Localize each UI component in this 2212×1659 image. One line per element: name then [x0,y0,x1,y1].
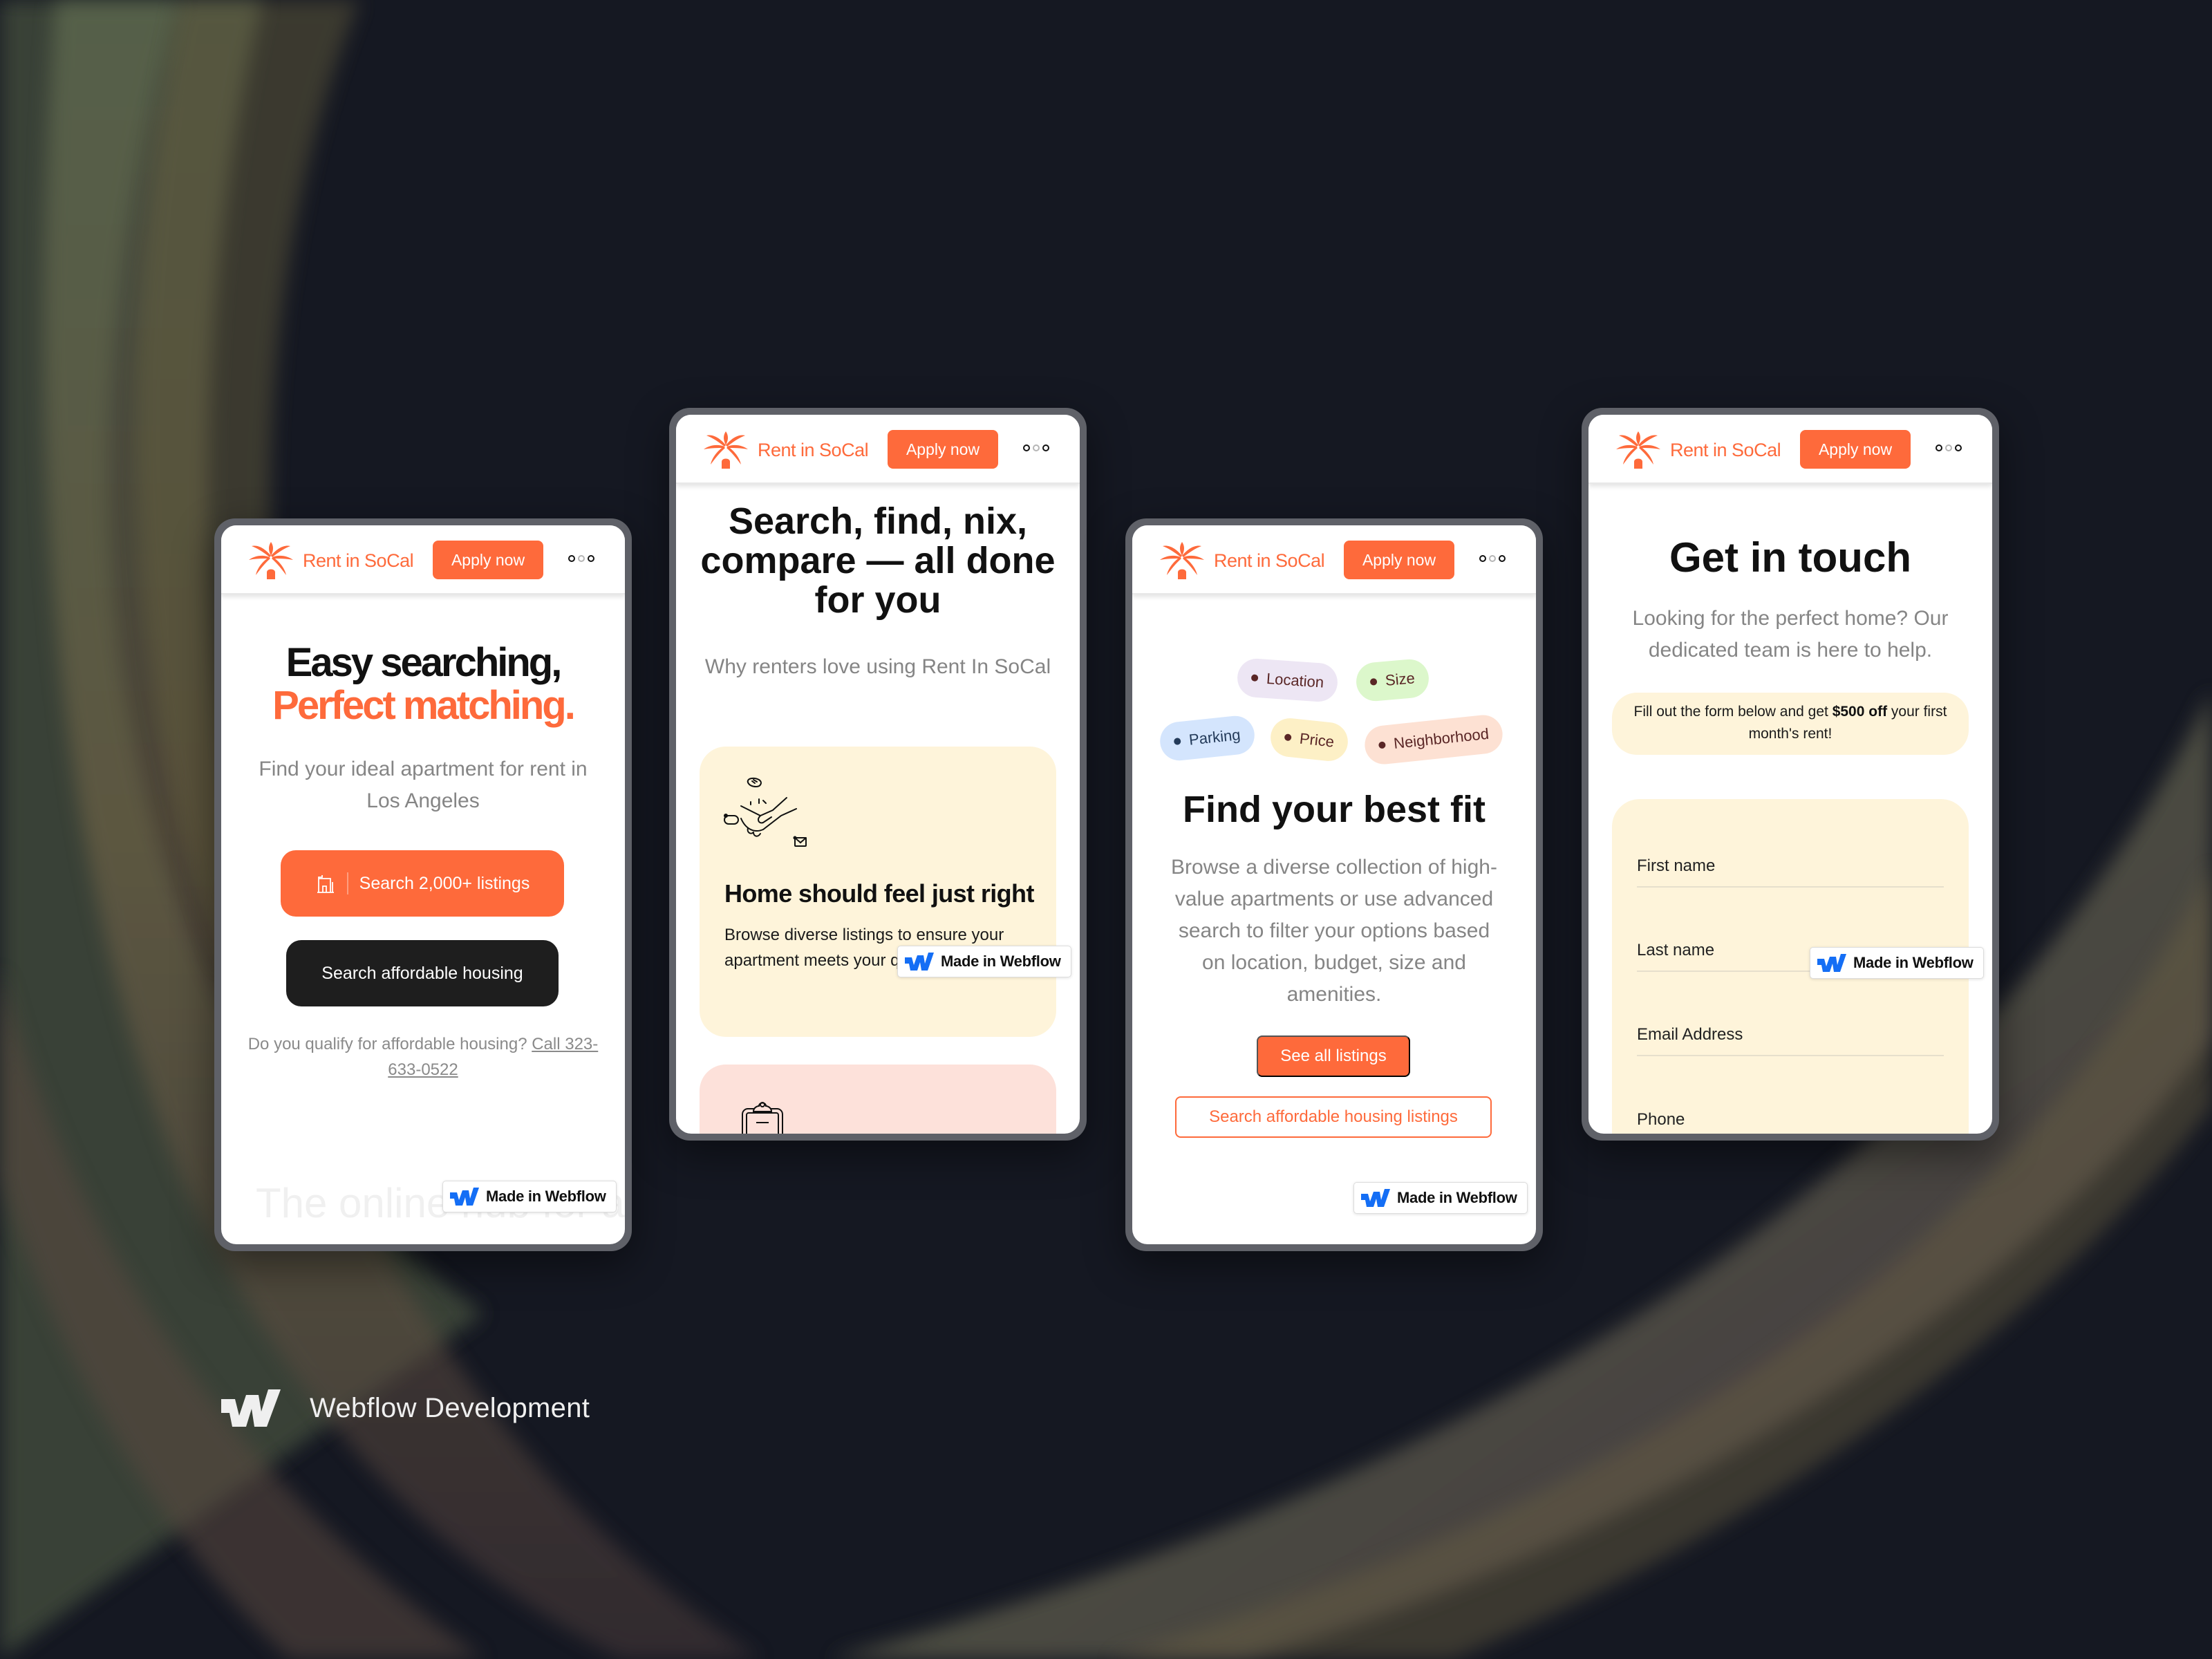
site-navbar: Rent in SoCal Apply now [676,415,1080,484]
filter-tag-size: Size [1354,657,1431,703]
site-navbar: Rent in SoCal Apply now [1588,415,1992,484]
three-dots-menu-icon[interactable] [568,555,594,562]
tag-dot [1250,674,1259,682]
brand-name: Rent in SoCal [303,550,414,571]
qualify-text: Do you qualify for affordable housing? C… [242,1031,604,1082]
phone-mockup-best-fit: Rent in SoCal Apply now Location Size Pa… [1125,518,1543,1251]
handshake-illustration [724,777,807,847]
section-title: Find your best fit [1183,789,1485,830]
phone-screen: Rent in SoCal Apply now Search, find, ni… [676,415,1080,1134]
filter-tag-location: Location [1236,657,1339,703]
promo-banner: Fill out the form below and get $500 off… [1612,693,1969,755]
site-logo[interactable]: Rent in SoCal [1615,431,1781,469]
palm-tree-house-icon [704,431,748,469]
section-body: Browse a diverse collection of high-valu… [1171,856,1497,1006]
three-dots-menu-icon[interactable] [1023,444,1049,451]
three-dots-menu-icon[interactable] [1479,555,1506,562]
palm-tree-house-icon [1616,431,1660,469]
webflow-badge-label: Made in Webflow [1397,1189,1517,1206]
phone-mockup-features: Rent in SoCal Apply now Search, find, ni… [669,408,1087,1141]
tag-dot [1173,738,1181,746]
section-title: Search, find, nix, compare — all done fo… [700,500,1056,621]
contact-title: Get in touch [1669,534,1911,581]
section-subtitle: Why renters love using Rent In SoCal [704,655,1051,678]
phone-screen: Rent in SoCal Apply now Location Size Pa… [1132,525,1536,1244]
filter-tag-neighborhood: Neighborhood [1362,713,1505,767]
contact-subtitle: Looking for the perfect home? Our dedica… [1632,607,1949,662]
phone-screen: Rent in SoCal Apply now Get in touch Loo… [1588,415,1992,1134]
phone-input[interactable] [1637,1099,1944,1134]
phone-screen: Rent in SoCal Apply now Easy searching, … [221,525,625,1244]
promo-text-before: Fill out the form below and get [1633,704,1833,720]
qualify-question: Do you qualify for affordable housing? [247,1035,527,1053]
clipboard-illustration [742,1102,783,1134]
webflow-badge-label: Made in Webflow [486,1188,606,1205]
webflow-development-brand: Webflow Development [221,1389,590,1427]
site-navbar: Rent in SoCal Apply now [221,525,625,594]
webflow-logo-icon [221,1389,281,1427]
search-affordable-housing-button[interactable]: Search affordable housing [286,940,559,1006]
filter-tag-parking: Parking [1158,714,1257,762]
building-icon [317,875,334,893]
hero-title-accent: Perfect matching. [272,683,576,728]
apply-now-button[interactable]: Apply now [1800,430,1911,469]
made-in-webflow-badge[interactable]: Made in Webflow [1810,947,1984,979]
tag-dot [1369,677,1378,686]
phone-mockup-contact: Rent in SoCal Apply now Get in touch Loo… [1582,408,1999,1141]
email-input[interactable] [1637,1015,1944,1055]
site-logo[interactable]: Rent in SoCal [1159,542,1325,579]
apply-now-button[interactable]: Apply now [433,541,543,579]
site-logo[interactable]: Rent in SoCal [247,542,414,579]
tag-label: Location [1266,669,1324,691]
hero-title: Easy searching, Perfect matching. [221,641,625,727]
three-dots-menu-icon[interactable] [1936,444,1962,451]
webflow-logo-icon [1361,1189,1390,1207]
phone-mockup-home: Rent in SoCal Apply now Easy searching, … [214,518,632,1251]
promo-discount: $500 off [1832,704,1888,720]
webflow-badge-label: Made in Webflow [1853,954,1974,971]
search-affordable-listings-button[interactable]: Search affordable housing listings [1175,1096,1492,1138]
tag-label: Neighborhood [1392,724,1490,753]
email-field [1637,1015,1944,1056]
webflow-logo-icon [450,1188,479,1206]
apply-now-button[interactable]: Apply now [888,430,998,469]
brand-name: Rent in SoCal [1214,550,1325,571]
made-in-webflow-badge[interactable]: Made in Webflow [1353,1182,1528,1214]
search-listings-label: Search 2,000+ listings [359,873,530,893]
tag-label: Price [1298,729,1335,751]
palm-tree-house-icon [249,542,293,579]
made-in-webflow-badge[interactable]: Made in Webflow [897,946,1071,977]
webflow-logo-icon [1817,954,1846,972]
tag-dot [1284,733,1292,742]
hero-subtitle: Find your ideal apartment for rent in Lo… [259,758,588,812]
made-in-webflow-badge[interactable]: Made in Webflow [442,1181,617,1212]
phone-field [1637,1099,1944,1134]
button-divider [346,872,348,894]
tag-dot [1378,741,1386,749]
site-navbar: Rent in SoCal Apply now [1132,525,1536,594]
search-listings-button[interactable]: Search 2,000+ listings [281,850,564,917]
palm-tree-house-icon [1160,542,1204,579]
site-logo[interactable]: Rent in SoCal [702,431,869,469]
brand-name: Rent in SoCal [758,439,869,460]
first-name-input[interactable] [1637,846,1944,886]
filter-tag-price: Price [1268,716,1350,763]
first-name-field [1637,846,1944,888]
hero-title-line1: Easy searching, [285,640,563,685]
webflow-badge-label: Made in Webflow [941,953,1061,970]
tag-label: Parking [1188,726,1241,749]
webflow-logo-icon [905,953,934,971]
feature-card [700,1065,1056,1134]
apply-now-button[interactable]: Apply now [1344,541,1454,579]
see-all-listings-button[interactable]: See all listings [1257,1035,1410,1077]
tag-label: Size [1384,669,1416,689]
feature-card-title: Home should feel just right [724,879,1034,908]
brand-name: Rent in SoCal [1670,439,1781,460]
feature-card: Home should feel just right Browse diver… [700,747,1056,1037]
brand-label: Webflow Development [310,1392,590,1423]
